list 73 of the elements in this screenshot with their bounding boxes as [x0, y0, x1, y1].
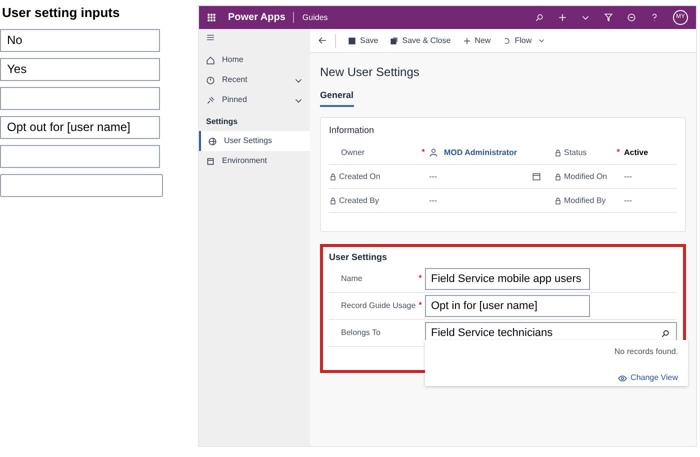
- field-label: Modified On: [564, 170, 608, 182]
- nav-label: Recent: [222, 74, 248, 86]
- required-mark: *: [418, 299, 422, 312]
- nav-label: User Settings: [224, 135, 272, 147]
- field-value: ---: [624, 194, 632, 206]
- field-label: Record Guide Usage: [341, 300, 416, 312]
- input-field[interactable]: [0, 144, 160, 168]
- flow-icon: [502, 36, 511, 44]
- form-tab[interactable]: General: [320, 89, 354, 106]
- app-launcher-icon[interactable]: [207, 13, 216, 22]
- field-label: Belongs To: [341, 327, 380, 339]
- field-label: Modified By: [564, 194, 606, 206]
- person-icon: [429, 148, 438, 157]
- change-view-link[interactable]: Change View: [618, 372, 678, 384]
- search-icon[interactable]: [535, 13, 544, 22]
- input-field[interactable]: [0, 174, 163, 196]
- area-name: Guides: [302, 12, 328, 24]
- section-heading: Settings: [205, 116, 239, 128]
- app-name: Power Apps: [228, 11, 286, 25]
- field-label: Name: [341, 273, 362, 285]
- status-icon[interactable]: [627, 13, 636, 22]
- section-heading: User Settings: [329, 250, 388, 264]
- filter-icon[interactable]: [604, 13, 613, 22]
- menu-icon[interactable]: [206, 33, 215, 42]
- input-field[interactable]: Field Service mobile app users: [425, 268, 590, 290]
- input-field[interactable]: Opt in for [user name]: [425, 295, 590, 317]
- field-value: ---: [429, 170, 437, 182]
- input-field[interactable]: [0, 86, 160, 110]
- clock-icon: [206, 76, 215, 84]
- field-label: Owner: [341, 146, 365, 158]
- eye-icon: [618, 374, 627, 382]
- pin-icon: [206, 96, 215, 104]
- required-mark: *: [421, 146, 425, 159]
- home-icon: [206, 56, 215, 64]
- panel-title: User setting inputs: [1, 4, 121, 22]
- field-label: Status: [564, 146, 587, 158]
- field-label: Created By: [339, 194, 380, 206]
- command-button[interactable]: Save & Close: [390, 34, 451, 46]
- back-icon[interactable]: [318, 36, 327, 45]
- plus-icon: [462, 36, 471, 44]
- nav-label: Environment: [222, 155, 267, 167]
- document-icon: [206, 156, 215, 166]
- nav-item[interactable]: Pinned: [199, 90, 310, 110]
- nav-item[interactable]: Environment: [199, 151, 310, 171]
- input-field[interactable]: Yes: [0, 58, 160, 80]
- nav-label: Pinned: [222, 94, 247, 106]
- input-field[interactable]: Opt out for [user name]: [0, 116, 160, 138]
- nav-item[interactable]: User Settings: [199, 131, 310, 151]
- nav-item[interactable]: Home: [199, 50, 310, 70]
- command-button[interactable]: Save: [348, 34, 378, 46]
- command-button[interactable]: New: [462, 34, 491, 46]
- empty-message: No records found.: [614, 346, 678, 358]
- field-value: Active: [624, 146, 648, 158]
- input-field[interactable]: No: [0, 28, 160, 52]
- globe-icon: [208, 136, 217, 146]
- calendar-icon[interactable]: [532, 172, 541, 181]
- lookup-link[interactable]: MOD Administrator: [444, 146, 518, 158]
- field-value: ---: [624, 170, 632, 182]
- field-value: Field Service technicians: [431, 326, 553, 341]
- search-icon: [661, 328, 670, 338]
- nav-item[interactable]: Recent: [199, 70, 310, 90]
- save-icon: [348, 36, 356, 44]
- form-title: New User Settings: [320, 64, 420, 81]
- nav-label: Home: [222, 54, 244, 66]
- field-value: ---: [429, 194, 437, 206]
- save-icon: [390, 36, 398, 44]
- command-button[interactable]: Flow: [502, 34, 545, 46]
- required-mark: *: [418, 272, 422, 286]
- plus-icon[interactable]: [558, 13, 567, 22]
- field-label: Created On: [339, 170, 380, 182]
- required-mark: *: [616, 146, 620, 159]
- help-icon[interactable]: [650, 13, 659, 22]
- section-heading: Information: [329, 124, 376, 136]
